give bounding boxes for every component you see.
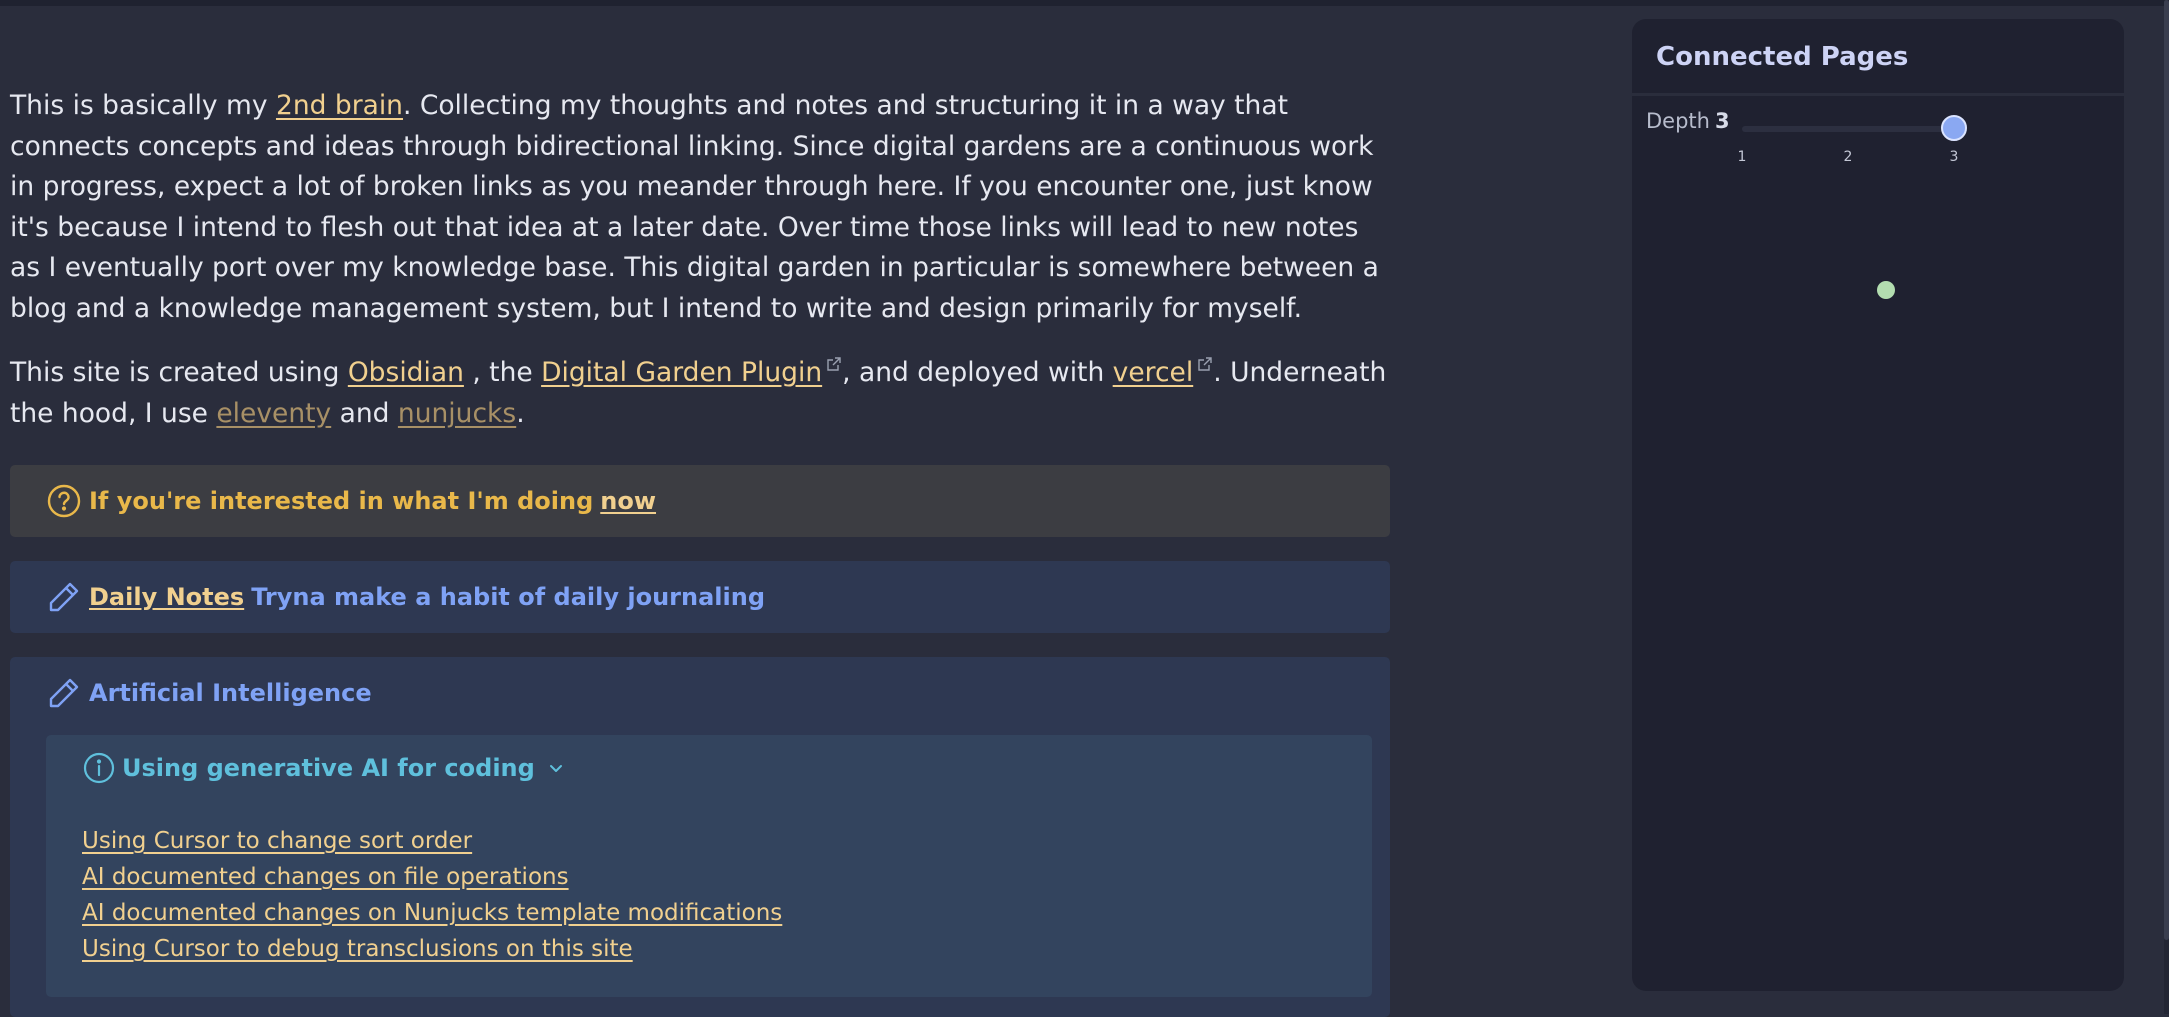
intro-text: This is basically my — [10, 90, 276, 121]
list-item-link[interactable]: Using Cursor to change sort order — [82, 823, 782, 859]
depth-tick-1: 1 — [1737, 149, 1747, 165]
question-circle-icon — [46, 483, 82, 519]
generative-ai-links: Using Cursor to change sort order AI doc… — [82, 823, 782, 967]
site-info-text: , and deployed with — [842, 357, 1113, 388]
panel-title: Connected Pages — [1656, 42, 1909, 72]
nunjucks-link[interactable]: nunjucks — [398, 398, 516, 429]
now-link[interactable]: now — [600, 487, 656, 515]
chevron-down-icon[interactable] — [545, 757, 567, 779]
external-link-icon — [826, 356, 842, 372]
depth-tick-3: 3 — [1949, 149, 1959, 165]
list-item-link[interactable]: Using Cursor to debug transclusions on t… — [82, 931, 782, 967]
scrollbar-thumb[interactable] — [2164, 0, 2169, 940]
connected-pages-panel: Connected Pages Depth 3 1 2 3 — [1632, 19, 2124, 991]
generative-ai-toggle[interactable]: Using generative AI for coding — [82, 751, 567, 785]
graph-node[interactable] — [1877, 281, 1895, 299]
intro-text: . Collecting my thoughts and notes and s… — [10, 90, 1379, 324]
info-circle-icon — [82, 751, 116, 785]
scrollbar[interactable] — [2164, 0, 2169, 1014]
depth-slider-handle[interactable] — [1941, 115, 1967, 141]
site-info-text: This site is created using — [10, 357, 348, 388]
daily-notes-description: Tryna make a habit of daily journaling — [251, 583, 766, 611]
depth-tick-2: 2 — [1843, 149, 1853, 165]
now-callout-header: If you're interested in what I'm doing n… — [46, 483, 656, 519]
daily-notes-callout-header: Daily Notes Tryna make a habit of daily … — [46, 579, 765, 615]
external-link-icon — [1197, 356, 1213, 372]
top-bar — [0, 0, 2169, 6]
pencil-icon — [46, 579, 82, 615]
ai-callout-title: Artificial Intelligence — [89, 679, 372, 707]
list-item-link[interactable]: AI documented changes on Nunjucks templa… — [82, 895, 782, 931]
generative-ai-callout: Using generative AI for coding Using Cur… — [46, 735, 1372, 997]
site-info-text: . — [516, 397, 525, 429]
site-info-text: and — [331, 397, 398, 429]
brain-link[interactable]: 2nd brain — [276, 90, 403, 121]
list-item-link[interactable]: AI documented changes on file operations — [82, 859, 782, 895]
daily-notes-link[interactable]: Daily Notes — [89, 583, 244, 611]
obsidian-link[interactable]: Obsidian — [348, 357, 464, 388]
digital-garden-plugin-link[interactable]: Digital Garden Plugin — [541, 357, 822, 388]
vercel-link[interactable]: vercel — [1113, 357, 1194, 388]
main-content: This is basically my 2nd brain. Collecti… — [10, 86, 1390, 434]
panel-divider — [1632, 93, 2124, 96]
pencil-icon — [46, 675, 82, 711]
daily-notes-callout: Daily Notes Tryna make a habit of daily … — [10, 561, 1390, 633]
depth-value: 3 — [1715, 109, 1730, 133]
now-callout: If you're interested in what I'm doing n… — [10, 465, 1390, 537]
ai-callout: Artificial Intelligence Using generative… — [10, 657, 1390, 1017]
generative-ai-title: Using generative AI for coding — [122, 754, 535, 782]
site-info-paragraph: This site is created using Obsidian , th… — [10, 353, 1390, 434]
eleventy-link[interactable]: eleventy — [216, 398, 331, 429]
ai-callout-header: Artificial Intelligence — [46, 675, 372, 711]
depth-label: Depth — [1646, 109, 1710, 133]
site-info-text: , the — [463, 357, 542, 388]
depth-slider-track[interactable] — [1742, 126, 1954, 132]
intro-paragraph: This is basically my 2nd brain. Collecti… — [10, 86, 1390, 329]
now-callout-text: If you're interested in what I'm doing — [89, 487, 594, 515]
